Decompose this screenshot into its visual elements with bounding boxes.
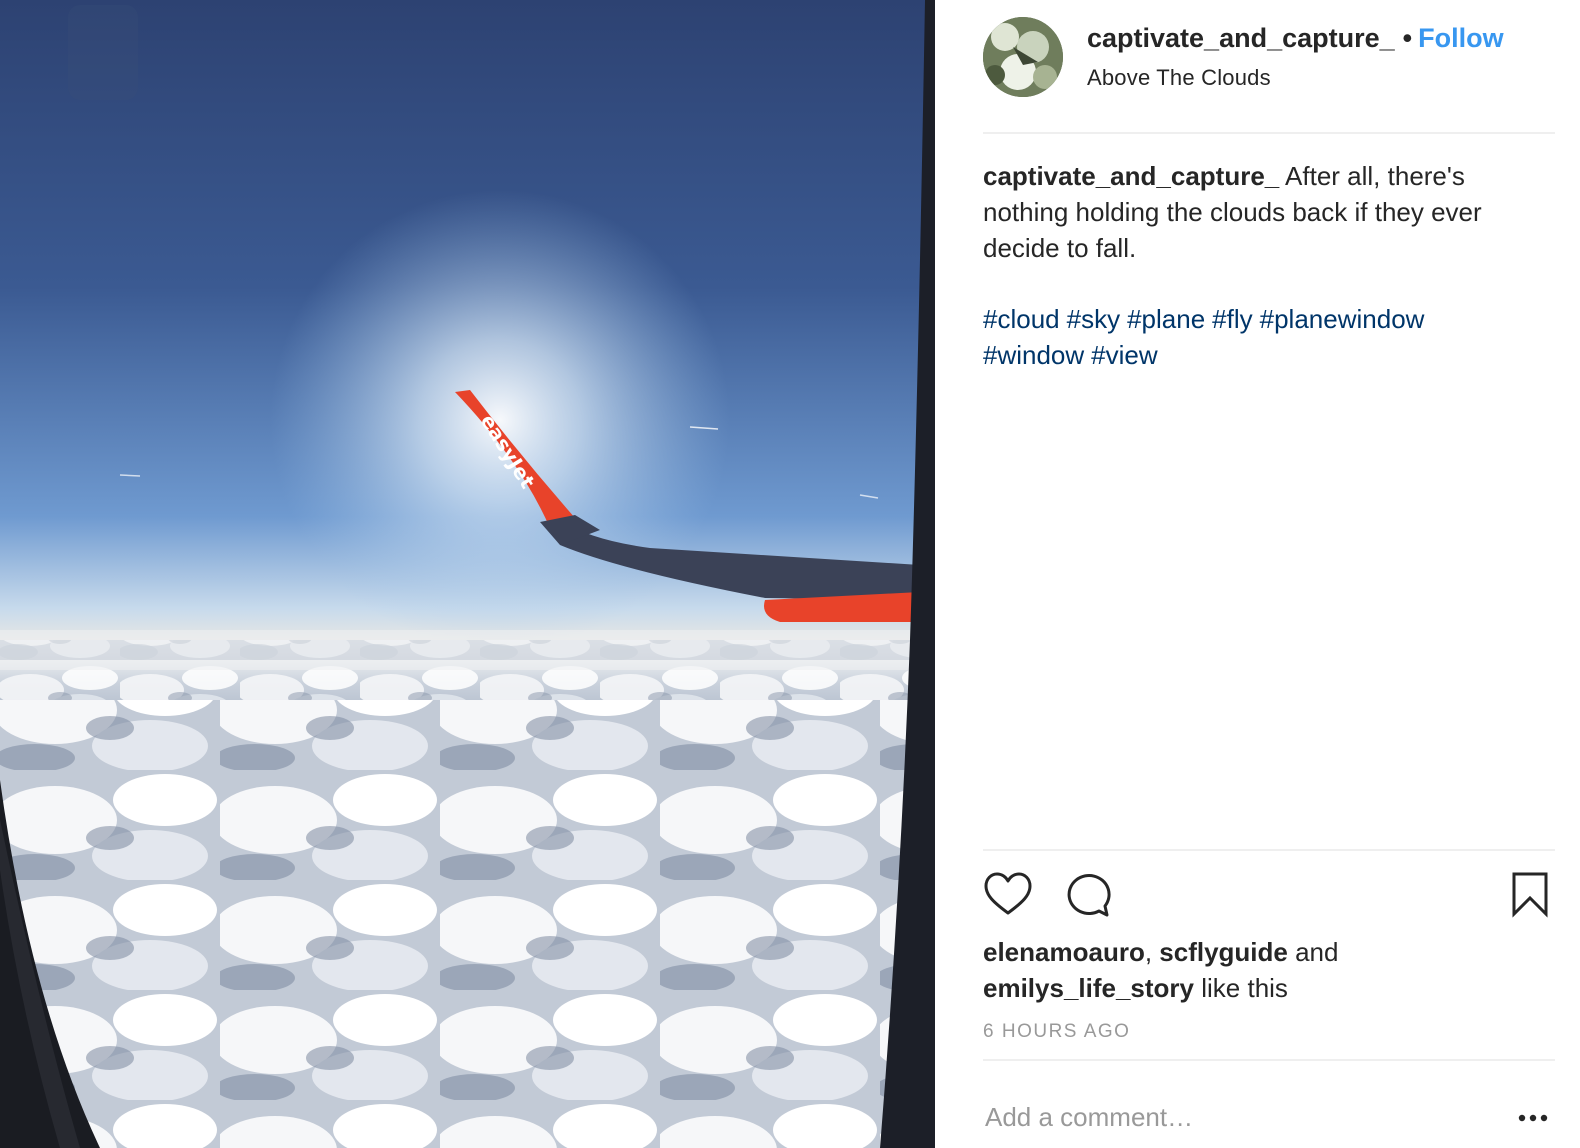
header-divider — [983, 132, 1555, 134]
post-photo[interactable]: easyJet — [0, 0, 935, 1148]
hashtag-link[interactable]: #window — [983, 340, 1084, 370]
username-link[interactable]: captivate_and_capture_ — [1087, 23, 1395, 53]
heart-icon[interactable] — [983, 870, 1033, 920]
comment-bubble-icon[interactable] — [1063, 870, 1113, 920]
hashtag-link[interactable]: #fly — [1212, 304, 1252, 334]
comment-input[interactable] — [985, 1095, 1485, 1139]
hashtag-link[interactable]: #sky — [1067, 304, 1120, 334]
liker-link[interactable]: emilys_life_story — [983, 973, 1194, 1003]
likes-separator: and — [1287, 937, 1339, 967]
hashtag-link[interactable]: #view — [1091, 340, 1157, 370]
actions-divider — [983, 849, 1555, 851]
caption-username[interactable]: captivate_and_capture_ — [983, 161, 1279, 191]
post-header: captivate_and_capture_ • Follow Above The … — [983, 17, 1553, 97]
header-text: captivate_and_capture_ • Follow Above The … — [1087, 22, 1504, 92]
post-view: easyJet captivate_and_capture_ • Follow … — [0, 0, 1580, 1148]
more-options-icon[interactable] — [1513, 1108, 1553, 1128]
avatar[interactable] — [983, 17, 1063, 97]
header-line: captivate_and_capture_ • Follow — [1087, 22, 1504, 54]
location-link[interactable]: Above The Clouds — [1087, 64, 1504, 92]
action-bar — [983, 870, 1555, 920]
likes-separator: , — [1144, 937, 1160, 967]
hashtag-link[interactable]: #plane — [1127, 304, 1205, 334]
post-side-panel: captivate_and_capture_ • Follow Above The … — [935, 0, 1580, 1148]
post-caption: captivate_and_capture_ After all, there'… — [983, 158, 1555, 266]
avatar-image — [983, 17, 1063, 97]
hashtag-link[interactable]: #cloud — [983, 304, 1060, 334]
hashtag-link[interactable]: #planewindow — [1260, 304, 1425, 334]
post-timestamp[interactable]: 6 HOURS AGO — [983, 1021, 1130, 1043]
hashtag-list: #cloud #sky #plane #fly #planewindow #window #… — [983, 301, 1555, 373]
liker-link[interactable]: scflyguide — [1159, 937, 1288, 967]
separator-dot: • — [1402, 23, 1413, 53]
likes-suffix: like this — [1194, 973, 1288, 1003]
comment-divider — [983, 1059, 1555, 1061]
follow-button[interactable]: Follow — [1418, 23, 1503, 53]
plane-window-image: easyJet — [0, 0, 935, 1148]
bookmark-icon[interactable] — [1505, 870, 1555, 920]
likes-summary: elenamoauro, scflyguide and emilys_life_… — [983, 934, 1555, 1006]
liker-link[interactable]: elenamoauro — [983, 937, 1145, 967]
